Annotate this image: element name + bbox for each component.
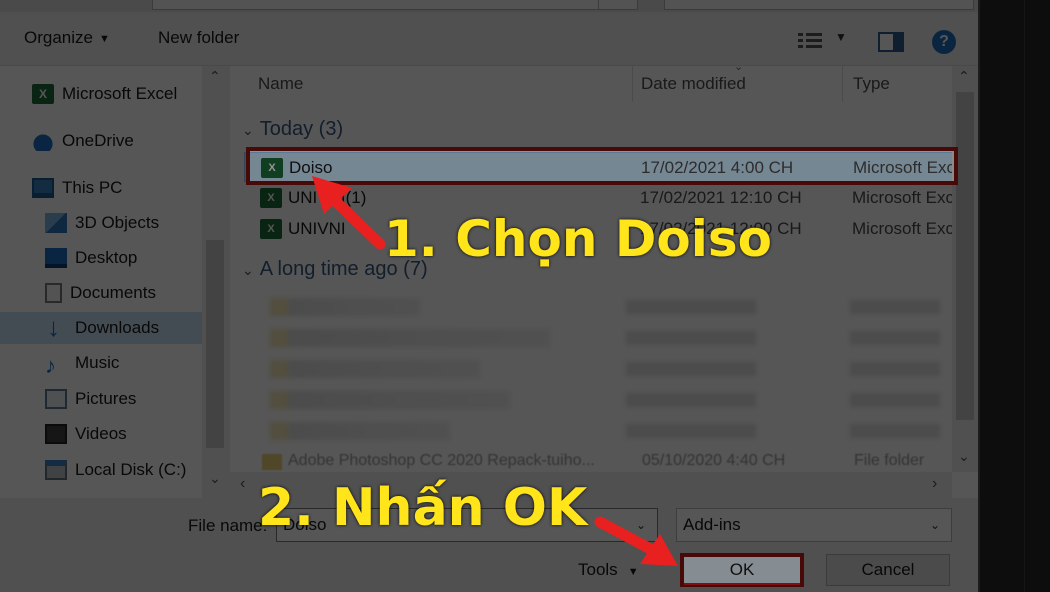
annotation-step-1: 1. Chọn Doiso	[384, 210, 772, 268]
arrow-to-ok	[594, 516, 678, 566]
annotation-step-2: 2. Nhấn OK	[258, 478, 588, 538]
arrow-to-doiso	[312, 176, 386, 250]
